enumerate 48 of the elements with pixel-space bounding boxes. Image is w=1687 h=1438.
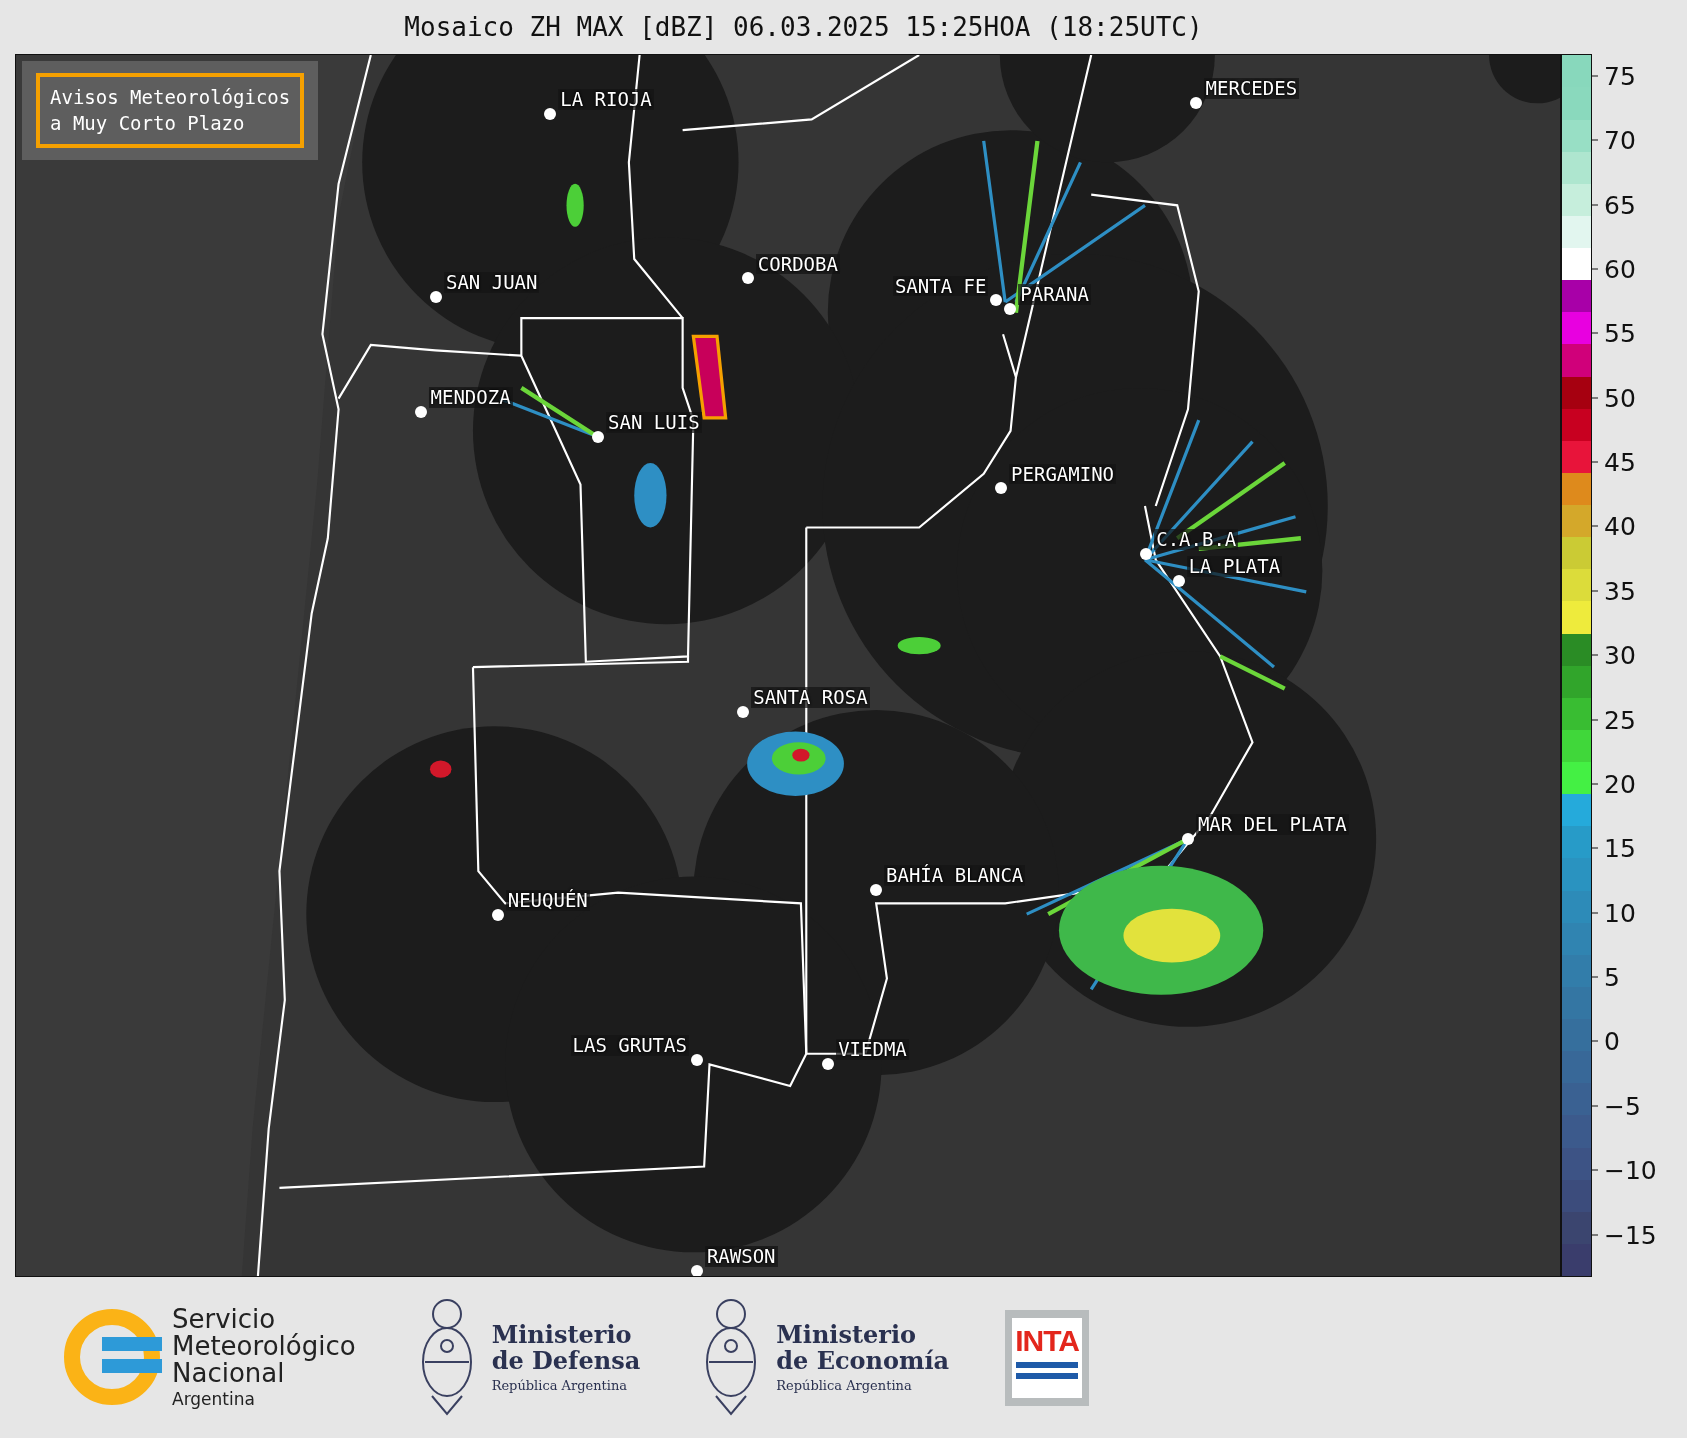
city-label: LA RIOJA (558, 88, 654, 110)
ministry-name: de Defensa (491, 1348, 641, 1375)
agency-name: Servicio (172, 1305, 276, 1333)
city-label: RAWSON (704, 1246, 778, 1268)
agency-name: Nacional (172, 1360, 285, 1388)
tick-label: 60 (1604, 254, 1636, 284)
city-label: PERGAMINO (1009, 463, 1116, 485)
warning-legend-text: Avisos Meteorológicos a Muy Corto Plazo (36, 73, 305, 149)
city-label: SAN LUIS (606, 412, 702, 434)
ministry-name: de Economía (776, 1348, 950, 1375)
ministry-country: República Argentina (491, 1378, 629, 1394)
city-label: C.A.B.A (1154, 529, 1239, 551)
tick-label: −5 (1604, 1091, 1641, 1121)
tick-label: 10 (1604, 898, 1636, 928)
city-label: BAHÍA BLANCA (884, 865, 1026, 887)
city-label: PARANA (1018, 284, 1091, 305)
tick-label: 30 (1604, 640, 1636, 670)
inta-logo-text: INTA (1015, 1323, 1079, 1358)
city-label: MAR DEL PLATA (1195, 814, 1349, 835)
city-label: SANTA ROSA (751, 687, 870, 708)
tick-label: 55 (1604, 318, 1636, 348)
tick-label: 40 (1604, 511, 1636, 541)
city-label: VIEDMA (836, 1038, 909, 1060)
tick-label: 70 (1604, 125, 1636, 155)
agency-country: Argentina (172, 1389, 256, 1410)
tick-label: 0 (1604, 1026, 1620, 1056)
tick-label: 35 (1604, 576, 1636, 606)
tick-label: 45 (1604, 447, 1636, 477)
agency-name: Meteorológico (172, 1332, 356, 1361)
tick-label: 5 (1604, 962, 1620, 992)
stripes-icon (1016, 1361, 1079, 1382)
tick-label: 25 (1604, 705, 1636, 735)
smn-logo-icon (62, 1307, 162, 1408)
ministry-name: Ministerio (776, 1321, 918, 1348)
city-marker-icon (690, 1265, 703, 1276)
tick-label: −10 (1604, 1155, 1657, 1185)
tick-label: 20 (1604, 769, 1636, 799)
tick-label: −15 (1604, 1220, 1657, 1249)
city-label: MENDOZA (428, 386, 513, 408)
tick-label: 15 (1604, 833, 1636, 863)
tick-label: 75 (1604, 61, 1636, 91)
ministry-name: Ministerio (491, 1321, 633, 1348)
tick-label: 65 (1604, 190, 1636, 220)
map-title: Mosaico ZH MAX [dBZ] 06.03.2025 15:25HOA (18:25UTC) (404, 12, 1204, 42)
ministry-country: República Argentina (776, 1378, 913, 1394)
city-label: LA PLATA (1186, 556, 1283, 578)
city-label: MERCEDES (1203, 77, 1300, 99)
tick-label: 50 (1604, 383, 1636, 413)
